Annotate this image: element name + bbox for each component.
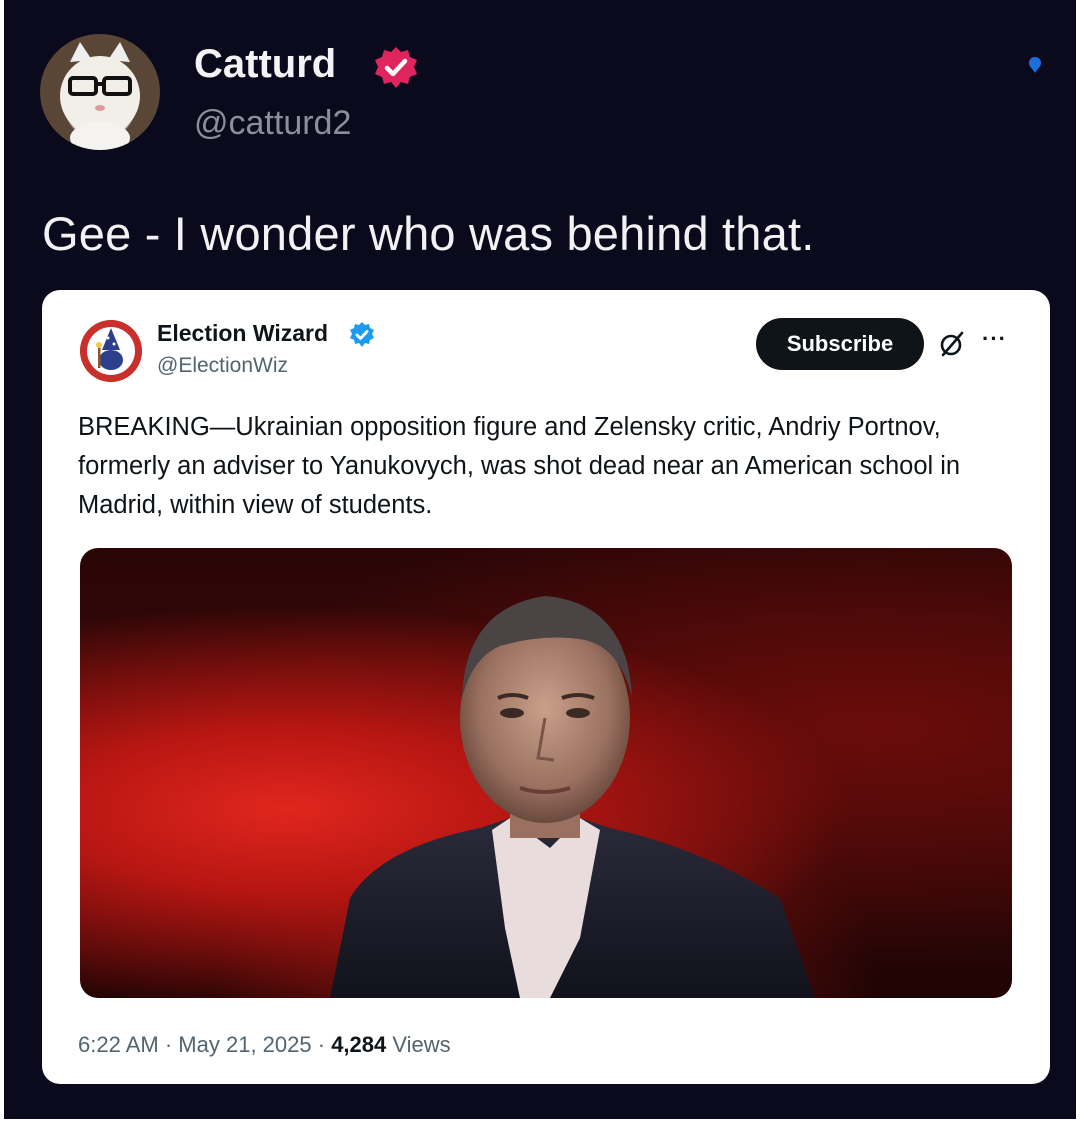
cat-avatar-image bbox=[60, 42, 140, 150]
quoted-tweet-card[interactable]: Election Wizard @ElectionWiz Subscribe ·… bbox=[42, 290, 1050, 1084]
user-handle[interactable]: @catturd2 bbox=[194, 104, 351, 143]
views-count: 4,284 bbox=[331, 1032, 387, 1057]
blue-dot-icon bbox=[1029, 57, 1041, 73]
tweet-metadata: 6:22 AM · May 21, 2025 · 4,284 Views bbox=[78, 1032, 451, 1058]
election-wizard-avatar[interactable] bbox=[80, 320, 142, 382]
more-icon[interactable]: ··· bbox=[982, 326, 1007, 352]
verified-badge-icon bbox=[375, 47, 417, 88]
quoted-handle[interactable]: @ElectionWiz bbox=[157, 354, 288, 378]
tweet-date[interactable]: May 21, 2025 bbox=[178, 1032, 311, 1057]
catturd-avatar[interactable] bbox=[40, 34, 160, 150]
quoted-display-name[interactable]: Election Wizard bbox=[157, 320, 328, 347]
wizard-avatar-image bbox=[80, 320, 142, 382]
views-label: Views bbox=[392, 1032, 451, 1057]
meta-separator: · bbox=[164, 1032, 173, 1057]
tweet-time[interactable]: 6:22 AM bbox=[78, 1032, 159, 1057]
display-name[interactable]: Catturd bbox=[194, 42, 336, 87]
quoted-tweet-text: BREAKING—Ukrainian opposition figure and… bbox=[78, 413, 961, 519]
grok-icon[interactable] bbox=[938, 330, 966, 358]
subscribe-button[interactable]: Subscribe bbox=[756, 318, 924, 370]
dark-tweet-frame: Catturd @catturd2 Gee - I wonder who was… bbox=[4, 0, 1076, 1119]
quoted-verified-badge-icon bbox=[350, 322, 374, 347]
meta-separator: · bbox=[317, 1032, 326, 1057]
tweet-text: Gee - I wonder who was behind that. bbox=[42, 207, 815, 260]
man-portrait-image bbox=[330, 596, 815, 998]
portrait-photo[interactable] bbox=[80, 548, 1012, 998]
